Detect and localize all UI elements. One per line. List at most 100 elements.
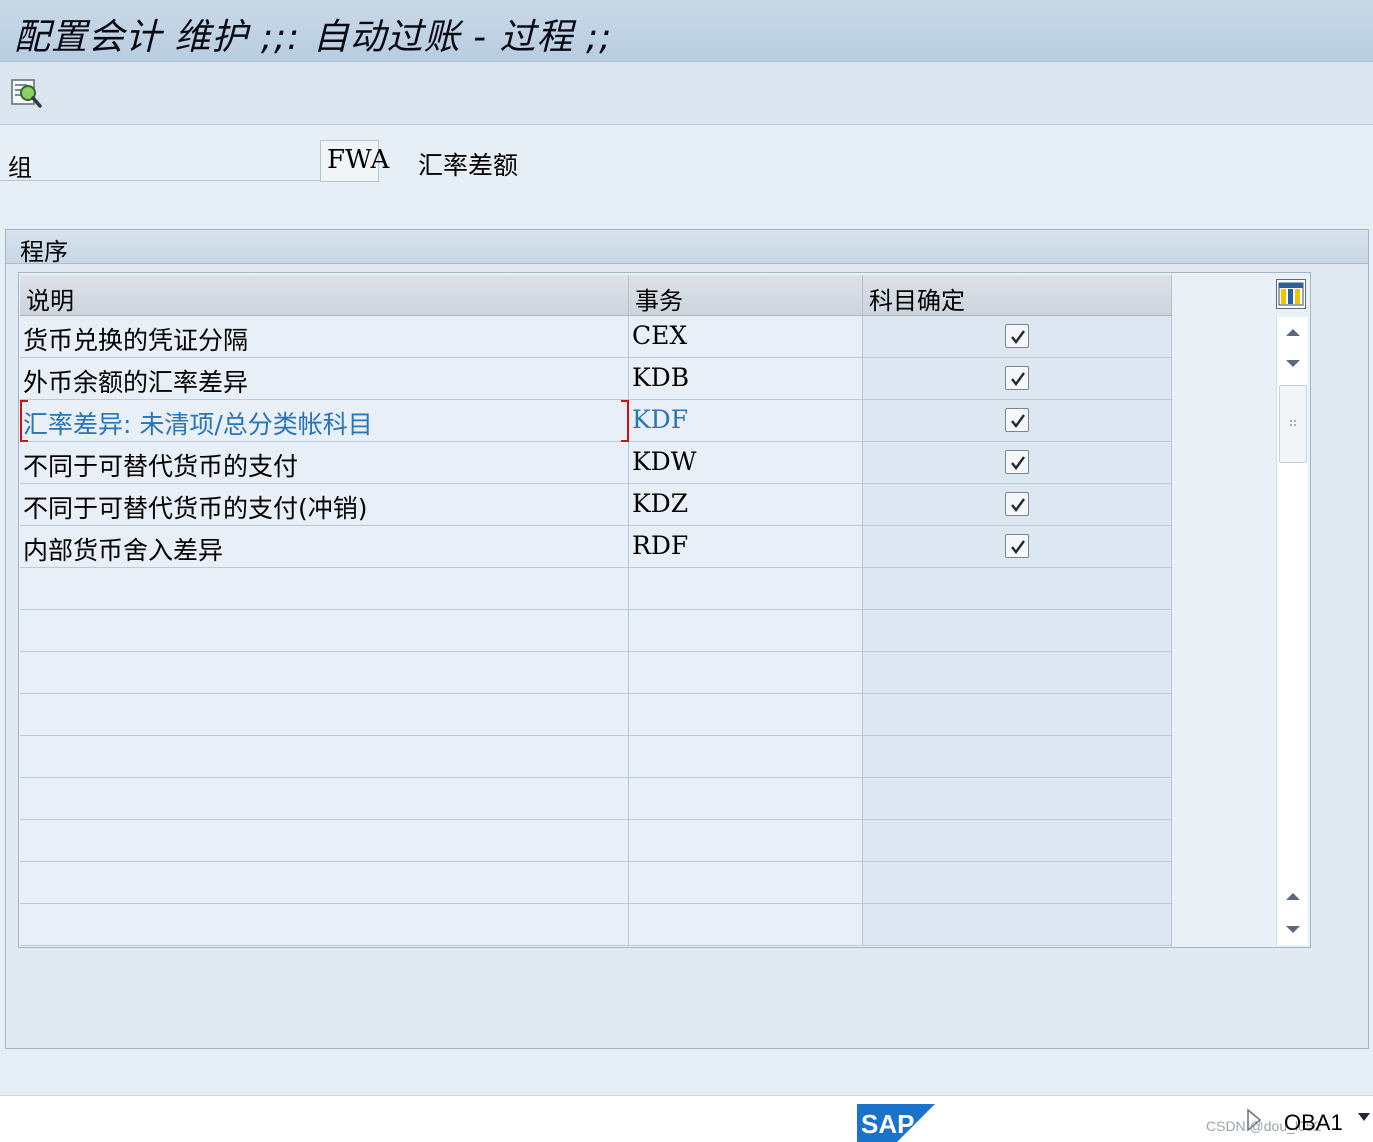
procedures-panel-header: 程序 — [6, 230, 1368, 266]
cell-description[interactable]: 不同于可替代货币的支付(冲销) — [20, 484, 629, 526]
scroll-thumb[interactable] — [1279, 385, 1307, 463]
cell-transaction — [629, 904, 863, 946]
cell-transaction — [629, 778, 863, 820]
table-row[interactable]: 汇率差异: 未清项/总分类帐科目 KDF — [20, 400, 1172, 442]
cell-description[interactable]: 汇率差异: 未清项/总分类帐科目 — [20, 400, 629, 442]
procedures-panel: 程序 说明 事务 科目确定 货币兑换的凭证分隔 CEX 外币余额的汇率差异 KDB 汇率… — [5, 229, 1369, 1049]
procedures-panel-title: 程序 — [20, 238, 68, 266]
display-detail-icon — [11, 79, 42, 108]
cell-account-determination — [863, 610, 1172, 652]
triangle-down-icon — [1286, 360, 1300, 367]
display-detail-button[interactable] — [10, 76, 44, 110]
grip-icon — [1290, 420, 1296, 426]
cell-account-determination — [863, 652, 1172, 694]
table-row-empty — [20, 610, 1172, 652]
cell-description — [20, 778, 629, 820]
cell-account-determination — [863, 904, 1172, 946]
vertical-scrollbar[interactable] — [1276, 317, 1308, 945]
cell-transaction[interactable]: CEX — [629, 316, 863, 358]
checkmark-icon — [1011, 372, 1025, 386]
table-row-empty — [20, 736, 1172, 778]
account-determination-checkbox[interactable] — [1005, 492, 1029, 516]
cell-description[interactable]: 货币兑换的凭证分隔 — [20, 316, 629, 358]
cell-transaction — [629, 694, 863, 736]
transaction-code: OBA1 — [1284, 1110, 1343, 1135]
triangle-down-icon — [1286, 926, 1300, 933]
cell-description — [20, 904, 629, 946]
table-row-empty — [20, 904, 1172, 946]
cell-transaction[interactable]: KDF — [629, 400, 863, 442]
cell-description[interactable]: 内部货币舍入差异 — [20, 526, 629, 568]
scroll-page-down-button[interactable] — [1277, 915, 1309, 945]
cell-transaction[interactable]: KDZ — [629, 484, 863, 526]
cell-account-determination — [863, 358, 1172, 400]
cell-transaction — [629, 610, 863, 652]
cell-transaction[interactable]: KDW — [629, 442, 863, 484]
cell-transaction — [629, 736, 863, 778]
triangle-up-icon — [1286, 329, 1300, 336]
cell-account-determination — [863, 400, 1172, 442]
table-row[interactable]: 不同于可替代货币的支付 KDW — [20, 442, 1172, 484]
table-row-empty — [20, 694, 1172, 736]
account-determination-checkbox[interactable] — [1005, 450, 1029, 474]
cell-account-determination — [863, 694, 1172, 736]
transaction-dropdown-icon[interactable] — [1357, 1112, 1371, 1122]
window-title: 配置会计 维护 ;;: 自动过账 - 过程 ;; — [14, 17, 613, 58]
account-determination-checkbox[interactable] — [1005, 408, 1029, 432]
cell-description[interactable]: 外币余额的汇率差异 — [20, 358, 629, 400]
scroll-page-up-button[interactable] — [1277, 881, 1309, 911]
cell-description[interactable]: 不同于可替代货币的支付 — [20, 442, 629, 484]
group-description: 汇率差额 — [418, 151, 519, 180]
cell-transaction[interactable]: RDF — [629, 526, 863, 568]
scroll-down-button[interactable] — [1277, 349, 1309, 379]
checkmark-icon — [1011, 456, 1025, 470]
column-header-description[interactable]: 说明 — [20, 275, 629, 316]
table-row-empty — [20, 652, 1172, 694]
svg-text:SAP: SAP — [861, 1109, 914, 1139]
cell-description — [20, 610, 629, 652]
table-row[interactable]: 不同于可替代货币的支付(冲销) KDZ — [20, 484, 1172, 526]
scroll-up-button[interactable] — [1277, 317, 1309, 347]
cell-description — [20, 568, 629, 610]
cell-account-determination — [863, 862, 1172, 904]
cell-account-determination — [863, 484, 1172, 526]
status-bar: SAP CSDN @dou_l052 OBA1 — [0, 1095, 1373, 1142]
cell-transaction — [629, 568, 863, 610]
account-determination-checkbox[interactable] — [1005, 366, 1029, 390]
cell-account-determination — [863, 568, 1172, 610]
group-input[interactable]: FWA — [320, 140, 389, 182]
cell-description — [20, 652, 629, 694]
column-settings-icon — [1278, 282, 1304, 306]
cell-transaction[interactable]: KDB — [629, 358, 863, 400]
selection-bracket-right — [621, 400, 629, 442]
cell-account-determination — [863, 316, 1172, 358]
column-header-transaction[interactable]: 事务 — [629, 275, 863, 316]
checkmark-icon — [1011, 498, 1025, 512]
table-row[interactable]: 货币兑换的凭证分隔 CEX — [20, 316, 1172, 358]
table-row[interactable]: 外币余额的汇率差异 KDB — [20, 358, 1172, 400]
cell-account-determination — [863, 442, 1172, 484]
title-bar: 配置会计 维护 ;;: 自动过账 - 过程 ;; — [0, 0, 1373, 62]
account-determination-checkbox[interactable] — [1005, 534, 1029, 558]
cell-description — [20, 736, 629, 778]
cell-transaction — [629, 652, 863, 694]
checkmark-icon — [1011, 330, 1025, 344]
group-field-row: 组 FWA 汇率差额 — [0, 136, 600, 186]
account-determination-checkbox[interactable] — [1005, 324, 1029, 348]
cell-transaction — [629, 820, 863, 862]
cell-account-determination — [863, 736, 1172, 778]
cell-transaction — [629, 862, 863, 904]
triangle-up-icon — [1286, 893, 1300, 900]
cell-account-determination — [863, 820, 1172, 862]
group-label-underline — [0, 180, 320, 181]
procedures-table: 说明 事务 科目确定 货币兑换的凭证分隔 CEX 外币余额的汇率差异 KDB 汇率差异:… — [18, 272, 1311, 948]
column-header-account-determination[interactable]: 科目确定 — [863, 275, 1172, 316]
cell-account-determination — [863, 526, 1172, 568]
table-row[interactable]: 内部货币舍入差异 RDF — [20, 526, 1172, 568]
cell-account-determination — [863, 778, 1172, 820]
table-row-empty — [20, 568, 1172, 610]
cell-description — [20, 694, 629, 736]
cell-description — [20, 820, 629, 862]
checkmark-icon — [1011, 540, 1025, 554]
column-settings-button[interactable] — [1276, 279, 1306, 309]
